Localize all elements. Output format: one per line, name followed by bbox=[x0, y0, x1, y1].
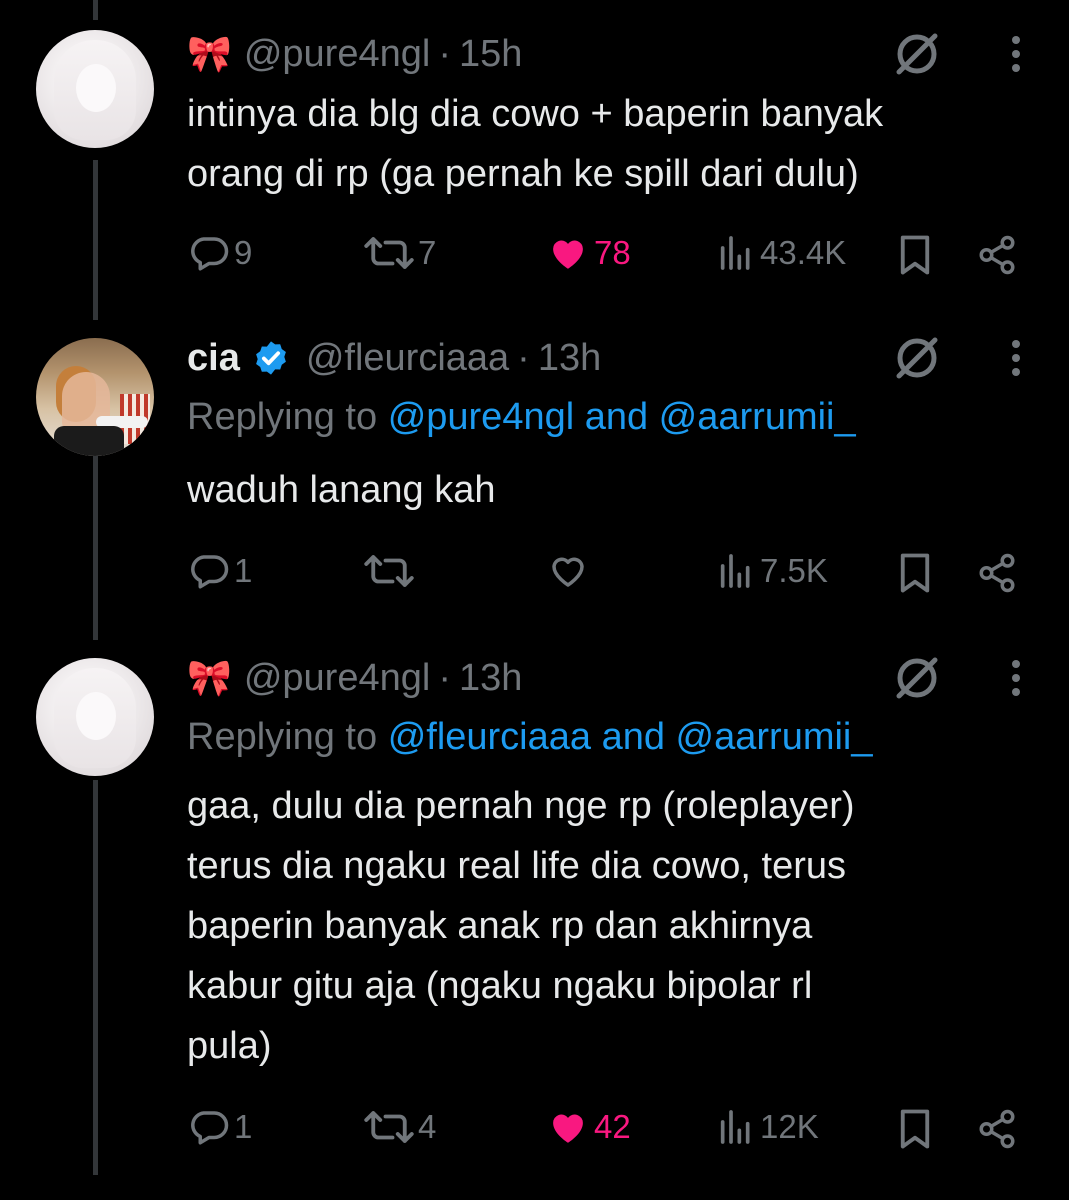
tweet-header: 🎀 @pure4ngl · 13h bbox=[187, 654, 522, 702]
repost-icon bbox=[364, 555, 414, 587]
repost-button[interactable] bbox=[364, 550, 418, 592]
more-options-icon[interactable] bbox=[1004, 30, 1028, 78]
bookmark-icon[interactable] bbox=[896, 1108, 934, 1150]
bookmark-icon[interactable] bbox=[896, 234, 934, 276]
avatar-face bbox=[76, 692, 116, 740]
replying-label: Replying to bbox=[187, 396, 378, 438]
tweet-text: gaa, dulu dia pernah nge rp (roleplayer)… bbox=[187, 776, 1047, 1076]
like-button[interactable] bbox=[546, 550, 594, 592]
views-button[interactable]: 43.4K bbox=[716, 232, 846, 274]
tweet-text-line: orang di rp (ga pernah ke spill dari dul… bbox=[187, 153, 859, 195]
more-options-icon[interactable] bbox=[1004, 654, 1028, 702]
verified-badge-icon bbox=[255, 341, 286, 375]
like-count: 42 bbox=[594, 1108, 631, 1145]
reply-count: 1 bbox=[234, 552, 253, 589]
tweet-text: waduh lanang kah bbox=[187, 460, 1047, 520]
replying-label: Replying to bbox=[187, 716, 378, 758]
avatar[interactable] bbox=[36, 30, 154, 148]
views-button[interactable]: 12K bbox=[716, 1106, 819, 1148]
tweet-text: intinya dia blg dia cowo + baperin banya… bbox=[187, 84, 1047, 204]
view-count: 12K bbox=[760, 1108, 819, 1145]
avatar-face bbox=[76, 64, 116, 112]
reply-button[interactable]: 1 bbox=[188, 1106, 252, 1148]
timestamp[interactable]: 13h bbox=[538, 337, 601, 380]
views-icon bbox=[720, 1110, 750, 1144]
replying-to-handles[interactable]: @fleurciaaa and @aarrumii_ bbox=[388, 716, 873, 758]
separator: · bbox=[517, 336, 530, 379]
display-name[interactable]: cia bbox=[187, 337, 240, 380]
views-icon bbox=[720, 554, 750, 588]
avatar-dress bbox=[54, 426, 124, 456]
like-button[interactable]: 78 bbox=[546, 232, 631, 274]
reply-icon bbox=[191, 237, 229, 271]
repost-button[interactable]: 7 bbox=[364, 232, 436, 274]
views-button[interactable]: 7.5K bbox=[716, 550, 828, 592]
repost-icon bbox=[364, 1111, 414, 1143]
user-handle[interactable]: @pure4ngl bbox=[244, 33, 430, 76]
tweet-text-line: gaa, dulu dia pernah nge rp (roleplayer) bbox=[187, 785, 855, 827]
view-count: 7.5K bbox=[760, 552, 828, 589]
tweet-header: 🎀 @pure4ngl · 15h bbox=[187, 30, 522, 78]
timestamp[interactable]: 15h bbox=[459, 33, 522, 76]
replying-to-handles[interactable]: @pure4ngl and @aarrumii_ bbox=[388, 396, 856, 438]
separator: · bbox=[438, 656, 451, 699]
action-bar: 9 7 78 43.4K bbox=[0, 228, 1069, 280]
repost-count: 7 bbox=[418, 234, 437, 271]
timestamp[interactable]: 13h bbox=[459, 657, 522, 700]
reply-count: 1 bbox=[234, 1108, 253, 1145]
view-count: 43.4K bbox=[760, 234, 847, 271]
grok-icon[interactable] bbox=[893, 30, 941, 78]
reply-button[interactable]: 1 bbox=[188, 550, 252, 592]
grok-icon[interactable] bbox=[893, 334, 941, 382]
bow-emoji: 🎀 bbox=[187, 33, 232, 74]
tweet[interactable]: cia @fleurciaaa · 13h Replying to @pure4… bbox=[0, 320, 1069, 640]
bow-emoji: 🎀 bbox=[187, 657, 232, 698]
reply-icon bbox=[191, 555, 229, 589]
avatar[interactable] bbox=[36, 338, 154, 456]
tweet-text-line: pula) bbox=[187, 1025, 272, 1067]
share-icon[interactable] bbox=[976, 552, 1018, 594]
heart-filled-icon bbox=[553, 1114, 583, 1143]
reply-button[interactable]: 9 bbox=[188, 232, 252, 274]
tweet-text-line: kabur gitu aja (ngaku ngaku bipolar rl bbox=[187, 965, 813, 1007]
views-icon bbox=[720, 236, 750, 270]
heart-filled-icon bbox=[553, 240, 583, 269]
tweet-text-line: terus dia ngaku real life dia cowo, teru… bbox=[187, 845, 847, 887]
share-icon[interactable] bbox=[976, 234, 1018, 276]
like-count: 78 bbox=[594, 234, 631, 271]
action-bar: 1 7.5K bbox=[0, 546, 1069, 598]
bookmark-icon[interactable] bbox=[896, 552, 934, 594]
separator: · bbox=[438, 32, 451, 75]
avatar[interactable] bbox=[36, 658, 154, 776]
repost-count: 4 bbox=[418, 1108, 437, 1145]
reply-icon bbox=[191, 1111, 229, 1145]
user-handle[interactable]: @fleurciaaa bbox=[306, 337, 509, 380]
action-bar: 1 4 42 12K bbox=[0, 1102, 1069, 1154]
tweet[interactable]: 🎀 @pure4ngl · 15h intinya dia blg dia co… bbox=[0, 0, 1069, 320]
repost-icon bbox=[364, 237, 414, 269]
like-button[interactable]: 42 bbox=[546, 1106, 631, 1148]
reply-count: 9 bbox=[234, 234, 253, 271]
replying-to: Replying to @pure4ngl and @aarrumii_ bbox=[187, 396, 856, 439]
repost-button[interactable]: 4 bbox=[364, 1106, 436, 1148]
share-icon[interactable] bbox=[976, 1108, 1018, 1150]
user-handle[interactable]: @pure4ngl bbox=[244, 657, 430, 700]
tweet-text-line: waduh lanang kah bbox=[187, 469, 496, 511]
tweet-text-line: baperin banyak anak rp dan akhirnya bbox=[187, 905, 813, 947]
more-options-icon[interactable] bbox=[1004, 334, 1028, 382]
tweet-text-line: intinya dia blg dia cowo + baperin banya… bbox=[187, 93, 884, 135]
tweet-header: cia @fleurciaaa · 13h bbox=[187, 334, 601, 382]
grok-icon[interactable] bbox=[893, 654, 941, 702]
tweet[interactable]: 🎀 @pure4ngl · 13h Replying to @fleurciaa… bbox=[0, 640, 1069, 1200]
replying-to: Replying to @fleurciaaa and @aarrumii_ bbox=[187, 716, 873, 759]
heart-outline-icon bbox=[552, 557, 584, 587]
